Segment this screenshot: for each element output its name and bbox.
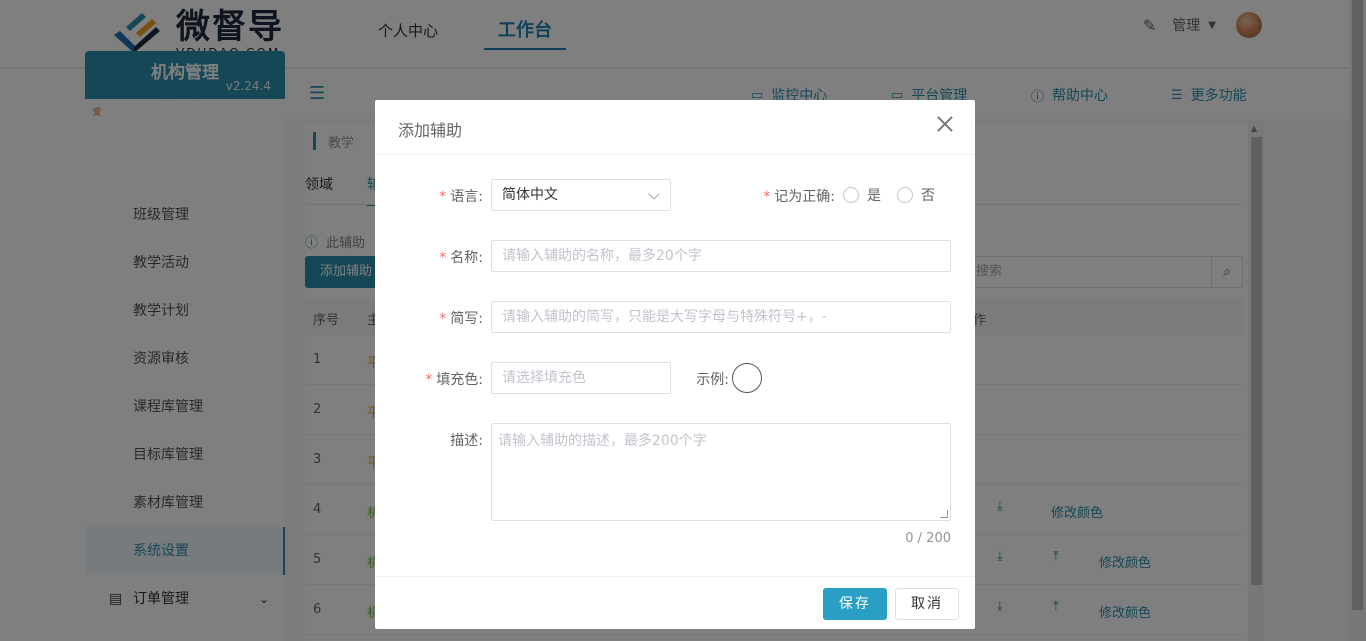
abbr-input[interactable]: 请输入辅助的简写，只能是大写字母与特殊符号+，- xyxy=(491,301,951,333)
correct-label-text: 记为正确: xyxy=(774,189,835,205)
language-label-text: 语言: xyxy=(450,189,483,205)
dialog-header: 添加辅助 xyxy=(375,100,975,155)
name-label: * 名称: xyxy=(415,247,483,267)
name-input[interactable]: 请输入辅助的名称，最多20个字 xyxy=(491,240,951,272)
radio-no[interactable]: 否 xyxy=(897,185,935,205)
fill-color-input[interactable]: 请选择填充色 xyxy=(491,362,671,394)
radio-no-label: 否 xyxy=(921,188,935,204)
char-counter: 0 / 200 xyxy=(905,531,951,546)
save-button[interactable]: 保存 xyxy=(823,588,887,620)
desc-placeholder: 请输入辅助的描述，最多200个字 xyxy=(498,433,707,449)
language-select[interactable]: 简体中文 xyxy=(491,179,671,211)
abbr-label: * 简写: xyxy=(415,308,483,328)
add-assist-dialog: 添加辅助 * 语言: 简体中文 * 记为正确: 是 否 * 名称: 请输入辅助的名称，… xyxy=(375,100,975,629)
close-icon[interactable] xyxy=(935,114,955,134)
cancel-button[interactable]: 取消 xyxy=(895,588,959,620)
required-mark: * xyxy=(439,250,447,266)
required-mark: * xyxy=(439,311,447,327)
abbr-label-text: 简写: xyxy=(450,311,483,327)
fill-color-label: * 填充色: xyxy=(405,369,483,389)
radio-circle[interactable] xyxy=(897,187,913,203)
chevron-down-icon xyxy=(648,188,660,200)
name-label-text: 名称: xyxy=(450,250,483,266)
required-mark: * xyxy=(425,372,433,388)
required-mark: * xyxy=(439,189,447,205)
language-label: * 语言: xyxy=(415,186,483,206)
resize-handle-icon[interactable] xyxy=(940,510,948,518)
example-label: 示例: xyxy=(696,372,729,388)
radio-circle[interactable] xyxy=(843,187,859,203)
language-value: 简体中文 xyxy=(502,187,558,203)
fill-color-label-text: 填充色: xyxy=(436,372,483,388)
color-preview-swatch xyxy=(732,363,762,393)
required-mark: * xyxy=(763,189,771,205)
desc-textarea[interactable]: 请输入辅助的描述，最多200个字 xyxy=(491,423,951,521)
desc-label: 描述: xyxy=(450,433,483,449)
radio-yes[interactable]: 是 xyxy=(843,185,881,205)
correct-label: * 记为正确: xyxy=(755,186,835,206)
radio-yes-label: 是 xyxy=(867,188,881,204)
dialog-title: 添加辅助 xyxy=(398,121,463,140)
